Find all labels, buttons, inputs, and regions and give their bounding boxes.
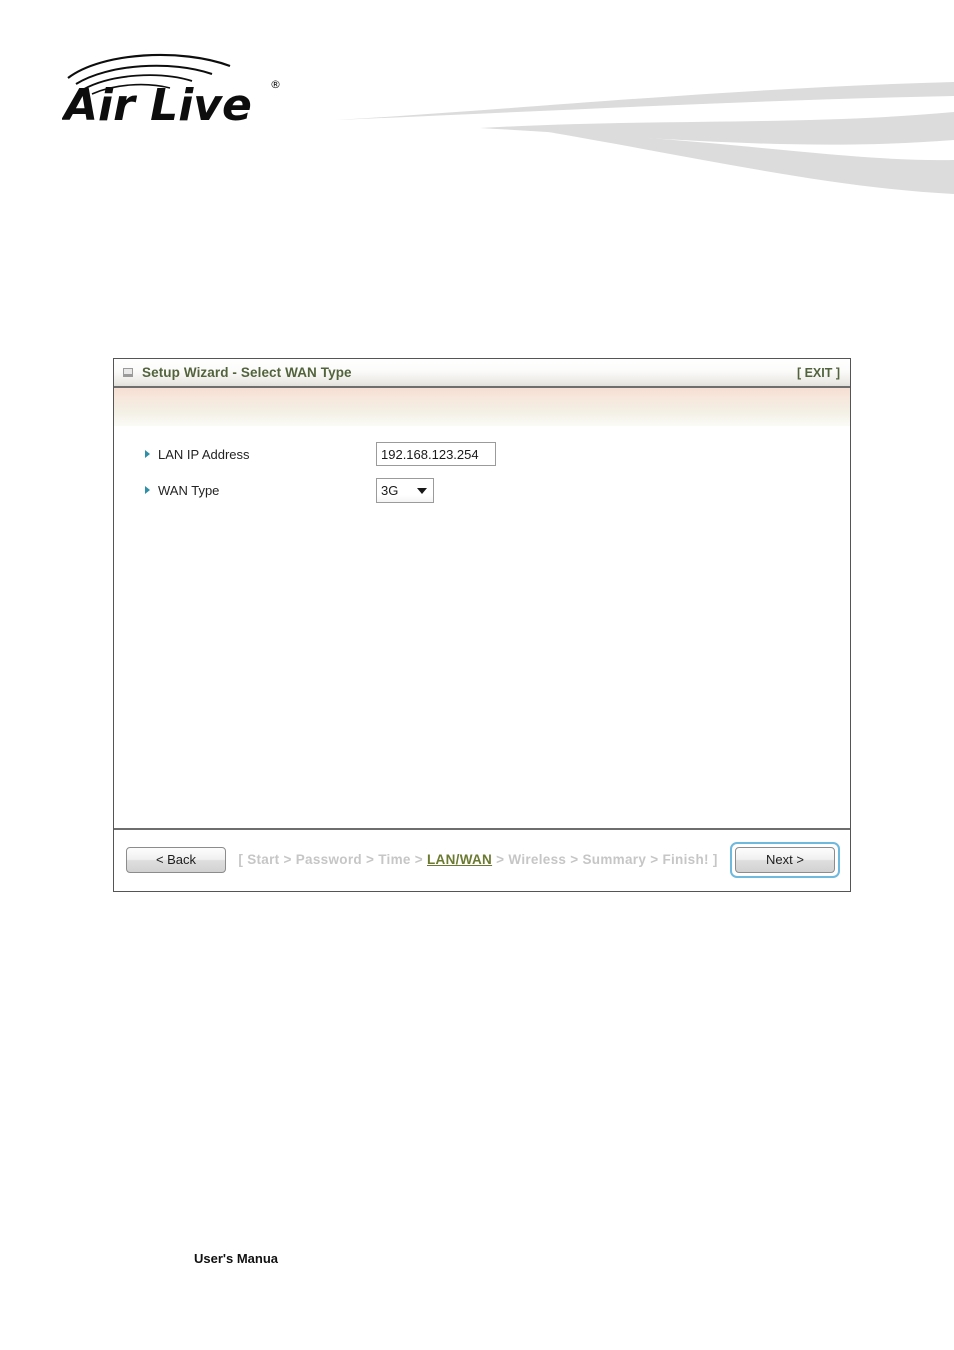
- breadcrumb-step-summary[interactable]: Summary: [583, 852, 647, 867]
- document-footer-text: User's Manua: [194, 1251, 279, 1266]
- breadcrumb-close-bracket: ]: [708, 852, 718, 867]
- bullet-arrow-icon: [145, 486, 150, 494]
- breadcrumb-separator: >: [646, 852, 663, 867]
- breadcrumb-separator: >: [492, 852, 509, 867]
- breadcrumb-step-time[interactable]: Time: [378, 852, 410, 867]
- swoosh-decoration: [330, 82, 954, 194]
- wan-type-select[interactable]: 3G: [376, 477, 434, 503]
- lan-ip-address-input[interactable]: [376, 442, 496, 466]
- lan-ip-address-label-text: LAN IP Address: [158, 446, 250, 462]
- breadcrumb-step-lan-wan[interactable]: LAN/WAN: [427, 852, 492, 867]
- exit-link[interactable]: [ EXIT ]: [797, 366, 840, 380]
- setup-wizard-panel: Setup Wizard - Select WAN Type [ EXIT ] …: [113, 358, 851, 892]
- form-row-wan-type: WAN Type 3G: [114, 472, 850, 508]
- wan-type-label: WAN Type: [114, 483, 376, 498]
- breadcrumb-separator: >: [410, 852, 427, 867]
- wan-type-selected-value: 3G: [381, 482, 399, 498]
- form-row-lan-ip-address: LAN IP Address: [114, 436, 850, 472]
- breadcrumb-separator: >: [279, 852, 296, 867]
- breadcrumb-step-password[interactable]: Password: [296, 852, 362, 867]
- page-title: Setup Wizard - Select WAN Type: [142, 365, 352, 380]
- breadcrumb-separator: >: [566, 852, 583, 867]
- breadcrumb-step-start[interactable]: Start: [247, 852, 279, 867]
- lan-ip-address-label: LAN IP Address: [114, 447, 376, 462]
- svg-text:®: ®: [270, 78, 281, 91]
- next-button[interactable]: Next >: [735, 846, 835, 873]
- breadcrumb-step-finish[interactable]: Finish!: [662, 852, 708, 867]
- breadcrumb-open-bracket: [: [238, 852, 248, 867]
- bullet-arrow-icon: [145, 450, 150, 458]
- airlive-logo: Air Live ®: [61, 44, 302, 131]
- back-button[interactable]: < Back: [126, 846, 226, 873]
- chevron-down-icon: [417, 488, 427, 494]
- back-button-wrap: < Back: [126, 846, 226, 873]
- next-button-focus-ring: Next >: [730, 841, 840, 878]
- panel-footer: < Back [ Start > Password > Time > LAN/W…: [114, 828, 850, 889]
- panel-accent-band: [114, 388, 850, 426]
- breadcrumb-separator: >: [361, 852, 379, 867]
- window-box-icon: [123, 368, 133, 377]
- panel-titlebar: Setup Wizard - Select WAN Type [ EXIT ]: [114, 359, 850, 388]
- panel-body: LAN IP Address WAN Type 3G: [114, 426, 850, 828]
- wan-type-label-text: WAN Type: [158, 482, 220, 498]
- breadcrumb-step-wireless[interactable]: Wireless: [508, 852, 566, 867]
- breadcrumb: [ Start > Password > Time > LAN/WAN > Wi…: [226, 852, 730, 867]
- page-header: Air Live ®: [0, 0, 954, 200]
- svg-text:Air Live: Air Live: [62, 80, 252, 124]
